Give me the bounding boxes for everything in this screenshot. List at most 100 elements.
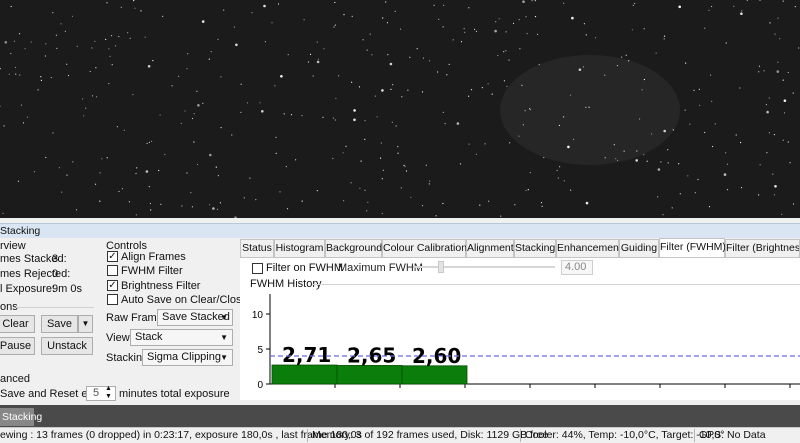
star — [438, 18, 440, 20]
star — [134, 7, 136, 9]
star — [792, 92, 794, 94]
star — [3, 125, 5, 127]
chevron-up-icon[interactable]: ▲ — [105, 385, 112, 392]
tab-enhancement[interactable]: Enhancement — [556, 239, 622, 257]
star — [563, 116, 565, 118]
star — [569, 94, 572, 96]
brightness-filter-checkbox[interactable]: ✓ — [107, 280, 118, 291]
view-label: View — [106, 332, 130, 344]
star — [382, 169, 384, 171]
tab-alignment[interactable]: Alignment — [466, 239, 514, 257]
star — [75, 209, 78, 211]
chevron-down-icon[interactable]: ▼ — [105, 393, 112, 400]
star — [781, 213, 783, 215]
star — [585, 34, 587, 36]
star — [66, 63, 68, 65]
bar-value-label: 2,71 — [282, 343, 331, 367]
stacking-mode-value: Sigma Clipping — [147, 351, 221, 363]
star — [498, 18, 500, 20]
star — [358, 86, 361, 88]
star — [617, 159, 619, 162]
tab-histogram[interactable]: Histogram — [274, 239, 325, 257]
align-frames-label: Align Frames — [121, 251, 186, 263]
star — [541, 205, 543, 207]
star — [364, 189, 366, 191]
star — [67, 74, 70, 77]
star — [704, 27, 706, 29]
maximum-fwhm-slider[interactable] — [413, 266, 555, 268]
star — [208, 58, 210, 60]
star — [740, 12, 743, 15]
raw-frames-select[interactable]: Save Stacked ▼ — [157, 309, 233, 326]
stacking-mode-select[interactable]: Sigma Clipping ▼ — [142, 349, 233, 366]
tab-guiding[interactable]: Guiding — [619, 239, 659, 257]
status-separator — [307, 429, 308, 442]
star — [234, 216, 237, 218]
tab-filter-brightness[interactable]: Filter (Brightness) — [725, 239, 800, 257]
star — [82, 98, 84, 100]
star — [741, 10, 743, 12]
star — [240, 83, 242, 85]
align-frames-checkbox[interactable]: ✓ — [107, 251, 118, 262]
save-button[interactable]: Save — [41, 315, 78, 333]
tab-background[interactable]: Background — [325, 239, 382, 257]
star — [385, 1, 387, 3]
view-select[interactable]: Stack ▼ — [130, 329, 233, 346]
tab-filter-fwhm[interactable]: Filter (FWHM) — [659, 238, 726, 258]
star — [628, 60, 630, 62]
star — [558, 124, 561, 126]
star — [135, 172, 137, 175]
tab-colour-calibration[interactable]: Colour Calibration — [382, 239, 467, 257]
star — [759, 164, 761, 166]
star — [416, 48, 418, 50]
star — [216, 208, 219, 210]
star — [529, 109, 532, 111]
save-reset-stepper[interactable]: 5 ▲ ▼ — [86, 385, 116, 401]
star — [118, 190, 120, 193]
star — [19, 74, 21, 76]
star — [538, 63, 540, 66]
star — [353, 109, 356, 112]
star — [782, 0, 784, 2]
star — [40, 79, 43, 81]
star — [774, 185, 777, 188]
save-dropdown-button[interactable]: ▼ — [78, 315, 93, 333]
bottom-tab-stacking[interactable]: Stacking — [0, 408, 42, 426]
star — [96, 96, 98, 98]
star — [769, 22, 771, 24]
star — [714, 123, 716, 125]
star — [635, 159, 638, 162]
star — [366, 210, 368, 212]
star — [663, 35, 666, 37]
slider-thumb[interactable] — [438, 261, 445, 273]
star — [390, 88, 392, 90]
star — [428, 60, 431, 62]
chevron-down-icon: ▼ — [220, 353, 228, 362]
filter-on-fwhm-checkbox[interactable] — [252, 263, 263, 274]
star — [421, 91, 424, 93]
maximum-fwhm-input[interactable]: 4.00 — [561, 260, 593, 275]
star — [94, 40, 96, 43]
star — [148, 141, 150, 143]
actions-divider — [16, 307, 94, 308]
live-stack-image[interactable] — [0, 0, 800, 218]
star — [89, 70, 91, 73]
tab-stacking[interactable]: Stacking — [514, 239, 556, 257]
pause-button[interactable]: Pause — [0, 337, 35, 355]
star — [105, 38, 107, 41]
star — [10, 52, 12, 55]
star — [506, 85, 508, 87]
unstack-button[interactable]: Unstack — [41, 337, 93, 355]
clear-button[interactable]: Clear — [0, 315, 35, 333]
star — [210, 51, 212, 53]
star — [17, 180, 20, 182]
fwhm-filter-checkbox[interactable] — [107, 265, 118, 276]
star — [777, 17, 779, 19]
star — [108, 48, 110, 50]
star — [428, 183, 430, 185]
star — [585, 201, 589, 205]
tab-status[interactable]: Status — [240, 239, 274, 257]
star — [191, 206, 193, 208]
star — [220, 127, 222, 129]
auto-save-checkbox[interactable] — [107, 294, 118, 305]
